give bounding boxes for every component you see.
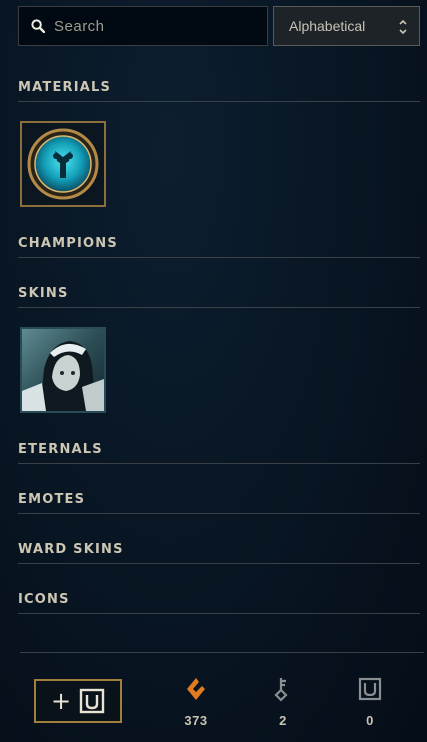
key-count: 2	[279, 713, 287, 728]
footer-divider	[20, 652, 424, 653]
section-icons: ICONS	[18, 592, 420, 614]
section-title: WARD SKINS	[18, 542, 420, 564]
sort-selected-value: Alphabetical	[289, 18, 366, 34]
section-title: MATERIALS	[18, 80, 420, 102]
material-tile[interactable]	[20, 121, 106, 207]
section-title: ICONS	[18, 592, 420, 614]
section-skins: SKINS	[18, 286, 420, 413]
section-title: EMOTES	[18, 492, 420, 514]
chest-counter: 0	[350, 676, 390, 728]
sort-dropdown[interactable]: Alphabetical	[273, 6, 420, 46]
key-icon	[274, 678, 288, 702]
search-input[interactable]	[54, 17, 254, 35]
section-materials: MATERIALS	[18, 80, 420, 207]
skin-shard-portrait	[22, 329, 104, 411]
top-bar: Alphabetical	[18, 6, 420, 46]
search-box[interactable]	[18, 6, 268, 46]
key-fragment-icon	[27, 128, 99, 200]
orange-essence-icon	[187, 678, 205, 700]
search-icon	[31, 19, 45, 33]
orange-essence-count: 373	[184, 713, 208, 728]
chest-icon	[358, 677, 382, 701]
skin-tile[interactable]	[20, 327, 106, 413]
add-chest-button[interactable]: +	[34, 679, 122, 723]
up-down-chevron-icon	[399, 19, 407, 35]
section-eternals: ETERNALS	[18, 442, 420, 464]
orange-essence-counter: 373	[176, 676, 216, 728]
section-emotes: EMOTES	[18, 492, 420, 514]
plus-icon: +	[50, 687, 72, 715]
add-chest-icon	[79, 688, 105, 714]
key-counter: 2	[263, 676, 303, 728]
section-ward-skins: WARD SKINS	[18, 542, 420, 564]
section-title: ETERNALS	[18, 442, 420, 464]
section-champions: CHAMPIONS	[18, 236, 420, 258]
section-title: CHAMPIONS	[18, 236, 420, 258]
section-title: SKINS	[18, 286, 420, 308]
chest-count: 0	[366, 713, 374, 728]
